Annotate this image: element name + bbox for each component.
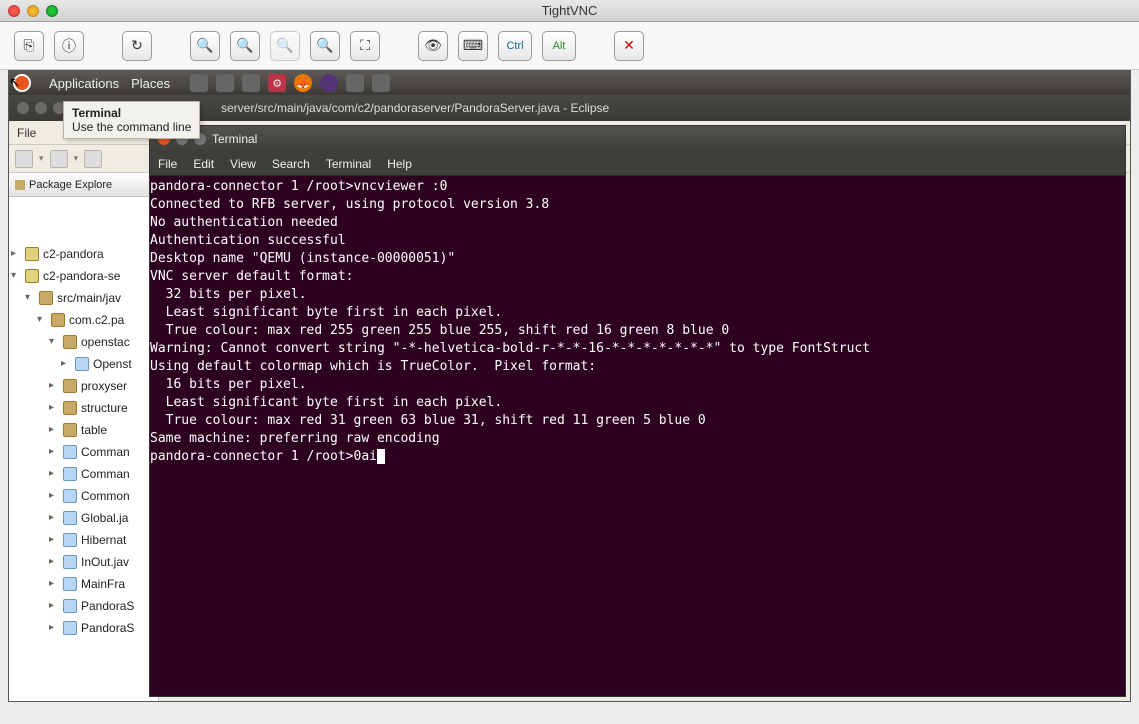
tooltip-desc: Use the command line [72,120,191,134]
calculator-icon[interactable] [372,74,390,92]
window-button-icon[interactable] [17,102,29,114]
tree-node[interactable]: ▾c2-pandora-se [11,265,156,287]
launcher-icon[interactable]: ⚙ [268,74,286,92]
firefox-icon[interactable]: 🦊 [294,74,312,92]
tree-node[interactable]: ▸table [11,419,156,441]
fullscreen-button[interactable]: ⛶ [350,31,380,61]
launcher-icon[interactable] [190,74,208,92]
toolbar-button[interactable] [50,150,68,168]
places-menu[interactable]: Places [131,76,170,91]
launcher-icons: ⚙ 🦊 [190,74,390,92]
terminal-window: Terminal File Edit View Search Terminal … [149,125,1126,697]
tree-node[interactable]: ▾openstac [11,331,156,353]
ubuntu-panel: Applications Places ⚙ 🦊 [9,71,1130,95]
view-menu[interactable]: View [230,157,256,171]
eclipse-icon[interactable] [320,74,338,92]
tree-node[interactable]: ▸c2-pandora [11,243,156,265]
tree-node[interactable]: ▸proxyser [11,375,156,397]
window-button-icon[interactable] [35,102,47,114]
package-tree[interactable]: ▸c2-pandora▾c2-pandora-se▾src/main/jav▾c… [9,237,158,645]
tooltip: Terminal Use the command line [63,101,200,139]
launcher-icon[interactable] [216,74,234,92]
tree-node[interactable]: ▸InOut.jav [11,551,156,573]
ubuntu-logo-icon[interactable] [13,74,31,92]
ctrl-button[interactable]: Ctrl [498,31,532,61]
zoom-in-button[interactable]: 🔍 [190,31,220,61]
tree-node[interactable]: ▸Common [11,485,156,507]
terminal-menubar[interactable]: File Edit View Search Terminal Help [150,152,1125,176]
alt-button[interactable]: Alt [542,31,576,61]
disconnect-button[interactable]: ✕ [614,31,644,61]
new-connection-button[interactable]: ⎘ [14,31,44,61]
terminal-titlebar[interactable]: Terminal [150,126,1125,152]
tree-node[interactable]: ▸structure [11,397,156,419]
tree-node[interactable]: ▸Comman [11,441,156,463]
tooltip-title: Terminal [72,106,191,120]
tree-node[interactable]: ▸Hibernat [11,529,156,551]
terminal-title-text: Terminal [212,132,257,146]
tree-node[interactable]: ▾com.c2.pa [11,309,156,331]
toolbar-button[interactable] [15,150,33,168]
edit-menu[interactable]: Edit [193,157,214,171]
tree-node[interactable]: ▸Global.ja [11,507,156,529]
toolbar-button[interactable] [84,150,102,168]
mac-titlebar: TightVNC [0,0,1139,22]
applications-menu[interactable]: Applications [49,76,119,91]
zoom-fit-button[interactable]: 🔍 [310,31,340,61]
eclipse-title-text: server/src/main/java/com/c2/pandoraserve… [221,101,609,115]
file-menu[interactable]: File [158,157,177,171]
tree-node[interactable]: ▸MainFra [11,573,156,595]
help-menu[interactable]: Help [387,157,412,171]
remote-cursor-button[interactable]: 👁 [418,31,448,61]
package-explorer: Package Explore ▸c2-pandora▾c2-pandora-s… [9,173,159,701]
tree-node[interactable]: ▸PandoraS [11,617,156,639]
options-button[interactable]: ⓘ [54,31,84,61]
window-title: TightVNC [0,3,1139,18]
tree-node[interactable]: ▾src/main/jav [11,287,156,309]
remote-desktop: ↖ Applications Places ⚙ 🦊 server/src/mai… [8,70,1131,702]
zoom-actual-button[interactable]: 🔍 [270,31,300,61]
tree-node[interactable]: ▸Comman [11,463,156,485]
refresh-button[interactable]: ↻ [122,31,152,61]
terminal-menu[interactable]: Terminal [326,157,371,171]
file-menu[interactable]: File [17,126,36,140]
send-keys-button[interactable]: ⌨ [458,31,488,61]
terminal-output[interactable]: pandora-connector 1 /root>vncviewer :0 C… [150,176,1125,696]
vnc-toolbar: ⎘ ⓘ ↻ 🔍 🔍 🔍 🔍 ⛶ 👁 ⌨ Ctrl Alt ✕ [0,22,1139,70]
tree-node[interactable]: ▸Openst [11,353,156,375]
editor-icon[interactable] [346,74,364,92]
launcher-icon[interactable] [242,74,260,92]
search-menu[interactable]: Search [272,157,310,171]
package-explorer-title: Package Explore [9,173,158,197]
tree-node[interactable]: ▸PandoraS [11,595,156,617]
zoom-out-button[interactable]: 🔍 [230,31,260,61]
